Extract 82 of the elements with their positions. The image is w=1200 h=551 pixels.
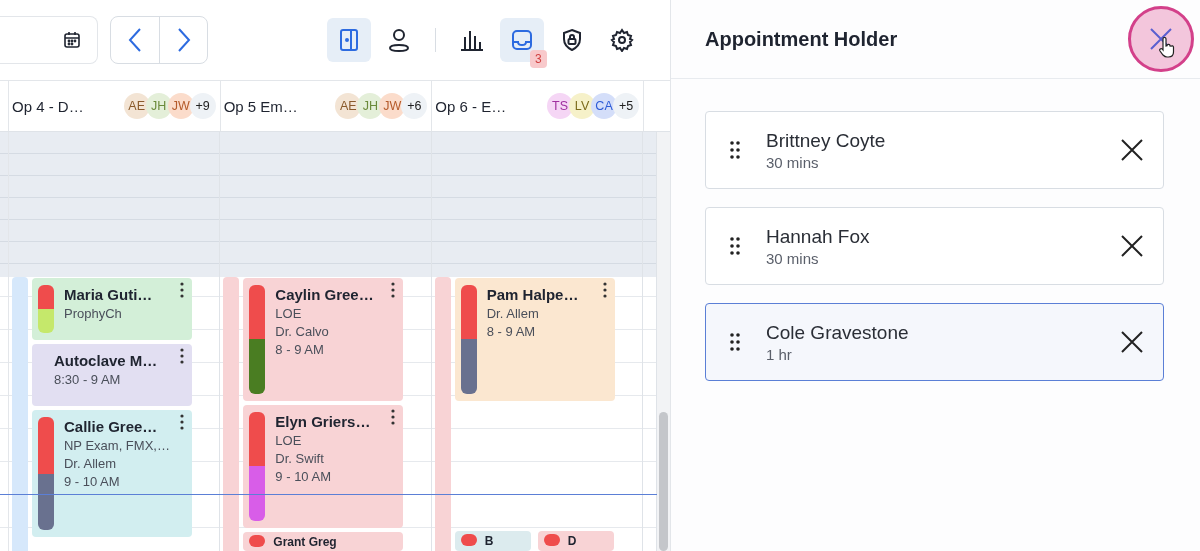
appointment-card[interactable]: Maria Guti… ProphyCh xyxy=(31,278,192,340)
more-options-icon[interactable] xyxy=(602,282,607,298)
remove-button[interactable] xyxy=(1121,235,1143,257)
count-badge: 3 xyxy=(530,50,547,68)
staff-avatar[interactable]: AE xyxy=(123,93,150,119)
remove-button[interactable] xyxy=(1121,331,1143,353)
panel-title: Appointment Holder xyxy=(705,27,899,51)
patient-name: Maria Guti… xyxy=(63,286,153,303)
column-title[interactable]: Op 6 - E… xyxy=(435,97,548,115)
status-bar xyxy=(460,534,477,546)
scrollbar-thumb[interactable] xyxy=(659,412,668,551)
patient-name: Elyn Griers… xyxy=(275,412,371,430)
appointment-detail: Dr. Allem xyxy=(63,456,117,471)
appointment-detail: ProphyCh xyxy=(63,306,123,321)
duration: 1 hr xyxy=(766,345,793,363)
chevron-left-icon xyxy=(128,27,142,53)
door-icon xyxy=(338,28,360,52)
settings-icon xyxy=(610,28,634,52)
close-icon xyxy=(1121,331,1143,353)
status-bar xyxy=(249,534,266,547)
column-title[interactable]: Op 4 - D… xyxy=(12,97,124,115)
calendar-icon xyxy=(63,31,81,49)
appointment-card[interactable]: Elyn Griers… LOE Dr. Swift 9 - 10 AM xyxy=(243,404,404,528)
chevron-right-icon xyxy=(176,27,191,53)
close-icon xyxy=(1121,235,1143,257)
patient-name: B xyxy=(484,534,494,550)
status-bar xyxy=(37,285,54,333)
appointment-detail: Dr. Swift xyxy=(275,450,325,466)
drag-handle-icon[interactable] xyxy=(730,141,740,159)
patient-name: Cole Gravestone xyxy=(766,321,910,344)
appointment-detail: LOE xyxy=(275,306,303,321)
patient-name: Brittney Coyte xyxy=(766,129,887,152)
patient-name: D xyxy=(567,534,577,550)
appointment-detail: NP Exam, FMX,… xyxy=(63,438,170,453)
staff-avatar[interactable]: +5 xyxy=(613,93,640,119)
appointment-card[interactable]: B xyxy=(454,531,531,551)
appointment-detail: Dr. Allem xyxy=(486,306,540,321)
staff-avatar[interactable]: JW xyxy=(167,93,194,119)
bar-chart-icon xyxy=(459,28,485,52)
block-detail: 8:30 - 9 AM xyxy=(53,372,122,387)
staff-avatar[interactable]: +9 xyxy=(189,93,216,119)
inbox-icon xyxy=(510,28,534,52)
appointment-detail: Dr. Calvo xyxy=(275,324,330,339)
hand-cursor-icon xyxy=(1158,37,1176,59)
appointment-card[interactable]: Pam Halpe… Dr. Allem 8 - 9 AM xyxy=(454,278,615,401)
more-options-icon[interactable] xyxy=(391,282,396,298)
appointment-detail: 8 - 9 AM xyxy=(486,324,537,339)
staff-avatar[interactable]: +6 xyxy=(401,93,428,119)
more-options-icon[interactable] xyxy=(179,348,184,364)
shield-lock-icon xyxy=(561,28,583,52)
patient-name: Hannah Fox xyxy=(766,225,871,248)
patient-name: Caylin Gree… xyxy=(275,286,374,303)
more-options-icon[interactable] xyxy=(179,414,184,430)
more-options-icon[interactable] xyxy=(391,408,396,425)
appointment-card[interactable]: Callie Gree… NP Exam, FMX,… Dr. Allem 9 - 10 AM xyxy=(31,410,192,537)
appointment-card[interactable]: D xyxy=(537,531,614,551)
appointment-detail: LOE xyxy=(275,432,303,448)
close-icon xyxy=(1149,27,1173,51)
patient-name: Pam Halpe… xyxy=(486,286,579,303)
duration: 30 mins xyxy=(766,249,820,267)
held-appointment[interactable]: Brittney Coyte 30 mins xyxy=(705,111,1164,189)
held-appointment[interactable]: Hannah Fox 30 mins xyxy=(705,207,1164,285)
date-field[interactable] xyxy=(0,16,98,64)
close-icon xyxy=(1121,139,1143,161)
held-appointment[interactable]: Cole Gravestone 1 hr xyxy=(705,303,1164,381)
drag-handle-icon[interactable] xyxy=(730,333,740,351)
blocked-time-card[interactable]: Autoclave M… 8:30 - 9 AM xyxy=(31,344,192,406)
patient-name: Callie Gree… xyxy=(63,418,159,435)
duration: 30 mins xyxy=(766,153,820,171)
appointment-detail: 9 - 10 AM xyxy=(63,474,121,489)
appointment-detail: 8 - 9 AM xyxy=(275,342,325,357)
more-options-icon[interactable] xyxy=(179,282,184,298)
patient-name: Grant Greg xyxy=(273,534,337,551)
block-title: Autoclave M… xyxy=(53,352,158,369)
drag-handle-icon[interactable] xyxy=(730,237,740,255)
status-bar xyxy=(543,534,560,546)
appointment-card[interactable]: Caylin Gree… LOE Dr. Calvo 8 - 9 AM xyxy=(243,278,404,401)
remove-button[interactable] xyxy=(1121,139,1143,161)
appointment-detail: 9 - 10 AM xyxy=(275,468,332,484)
person-icon xyxy=(388,28,410,52)
appointment-card[interactable]: Grant Greg xyxy=(243,531,404,551)
column-title[interactable]: Op 5 Em… xyxy=(223,97,336,115)
